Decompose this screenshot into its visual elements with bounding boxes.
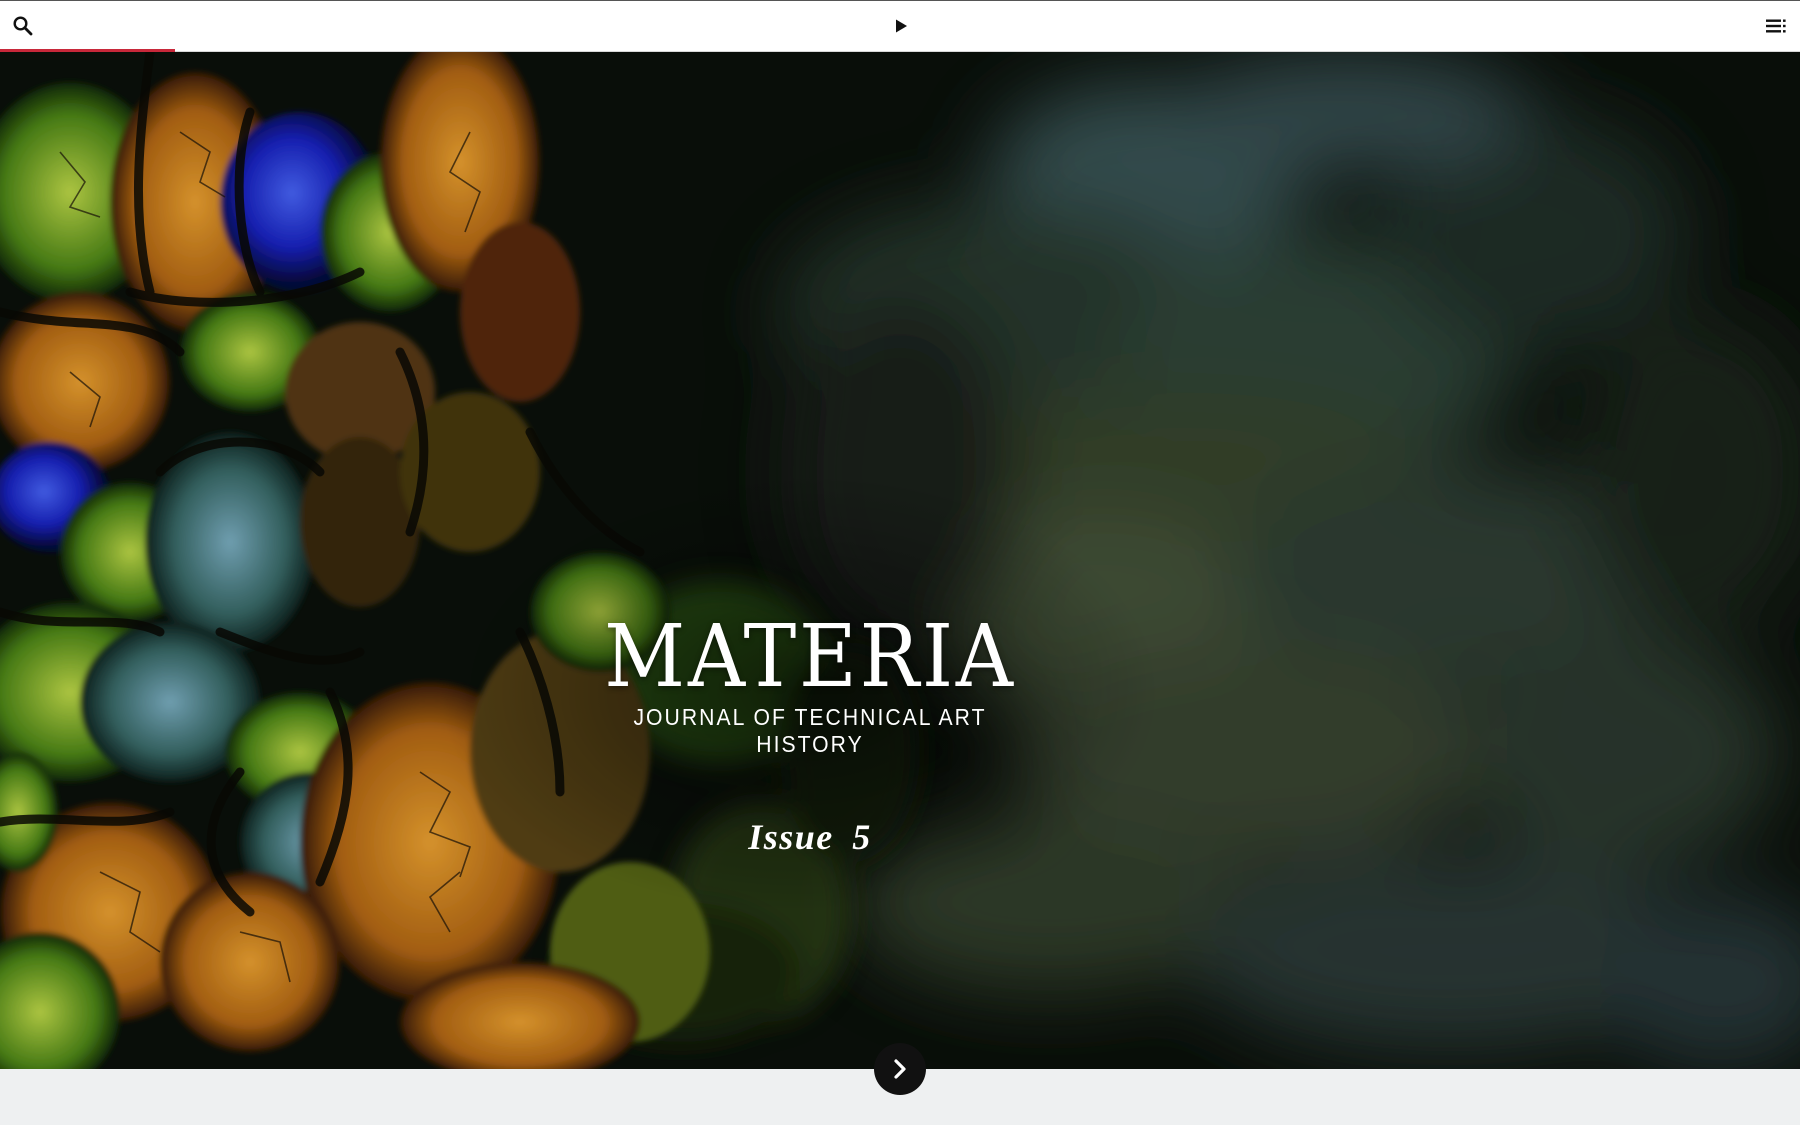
play-icon — [896, 19, 907, 33]
reading-progress-bar — [0, 49, 175, 52]
chevron-right-icon — [894, 1059, 906, 1079]
journal-title: MATERIA — [604, 607, 1016, 707]
search-button[interactable] — [0, 1, 46, 51]
cover-image — [0, 52, 1800, 1069]
journal-subtitle: JOURNAL OF TECHNICAL ART HISTORY — [633, 704, 987, 757]
search-icon — [13, 16, 33, 36]
top-toolbar — [0, 0, 1800, 52]
issue-label: Issue 5 — [748, 817, 872, 857]
next-page-button[interactable] — [874, 1043, 926, 1095]
cover-title-block: MATERIA JOURNAL OF TECHNICAL ART HISTORY… — [560, 612, 1060, 858]
page: MATERIA JOURNAL OF TECHNICAL ART HISTORY… — [0, 0, 1800, 1125]
menu-list-icon — [1766, 19, 1786, 33]
hero-cover: MATERIA JOURNAL OF TECHNICAL ART HISTORY… — [0, 52, 1800, 1069]
table-of-contents-button[interactable] — [1754, 1, 1800, 51]
play-button[interactable] — [878, 1, 924, 51]
